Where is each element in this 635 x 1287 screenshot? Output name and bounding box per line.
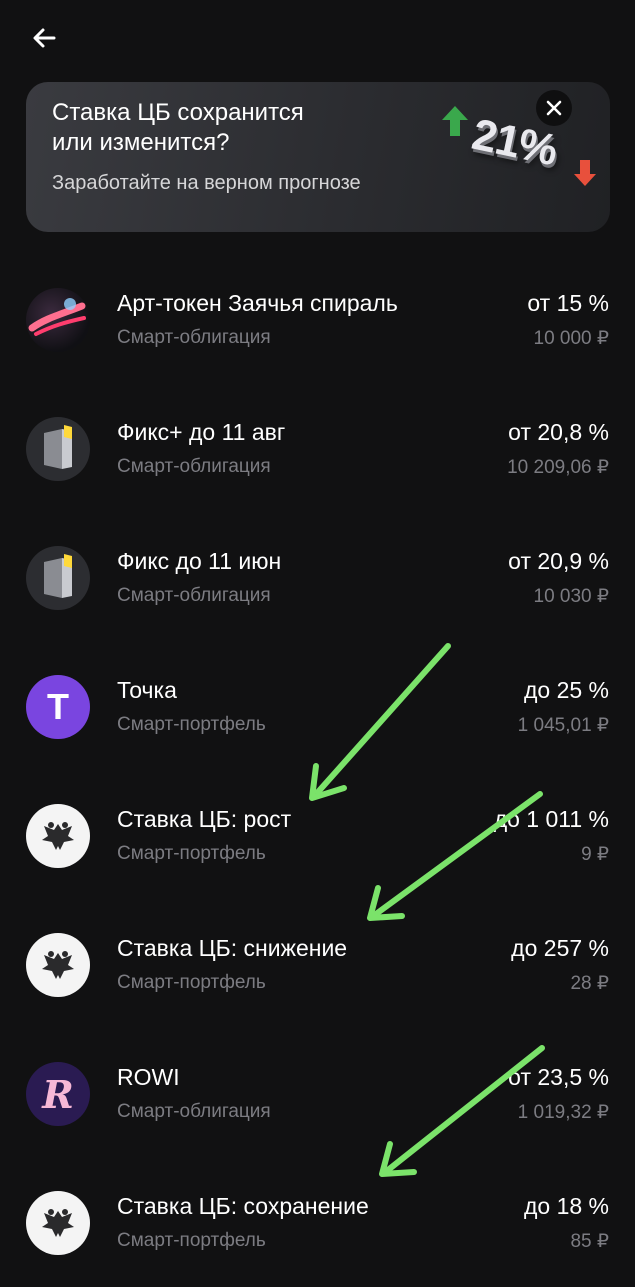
item-price: 85 ₽: [570, 1231, 609, 1252]
double-eagle-icon: [26, 804, 90, 868]
back-arrow-icon: [33, 28, 56, 48]
list-item[interactable]: Арт-токен Заячья спираль Смарт-облигация…: [0, 255, 635, 384]
fix-bar-icon: [26, 417, 90, 481]
item-type: Смарт-облигация: [117, 585, 271, 606]
item-rate: от 20,9 %: [508, 548, 609, 574]
list-item[interactable]: Фикс до 11 июн Смарт-облигация от 20,9 %…: [0, 513, 635, 642]
item-name: Ставка ЦБ: рост: [117, 806, 292, 832]
item-type: Смарт-портфель: [117, 972, 266, 993]
item-rate: до 18 %: [523, 1193, 609, 1219]
item-name: Точка: [117, 677, 177, 703]
item-price: 1 019,32 ₽: [517, 1102, 609, 1123]
item-type: Смарт-облигация: [117, 1101, 271, 1122]
item-type: Смарт-портфель: [117, 1230, 266, 1251]
close-icon: [546, 100, 562, 116]
list-item[interactable]: Ставка ЦБ: снижение Смарт-портфель до 25…: [0, 900, 635, 1029]
item-name: Ставка ЦБ: сохранение: [117, 1193, 369, 1219]
item-name: Фикс до 11 июн: [117, 548, 282, 574]
item-name: Ставка ЦБ: снижение: [117, 935, 348, 961]
banner-subtitle: Заработайте на верном прогнозе: [52, 172, 361, 194]
item-type: Смарт-облигация: [117, 456, 271, 477]
item-rate: до 1 011 %: [493, 806, 609, 832]
item-type: Смарт-портфель: [117, 714, 266, 735]
back-button[interactable]: [24, 20, 64, 60]
list-item[interactable]: R ROWI Смарт-облигация от 23,5 % 1 019,3…: [0, 1029, 635, 1158]
item-rate: от 20,8 %: [508, 419, 609, 445]
item-type: Смарт-портфель: [117, 843, 266, 864]
rowi-logo-icon: R: [26, 1062, 90, 1126]
double-eagle-icon: [26, 933, 90, 997]
item-rate: от 23,5 %: [508, 1064, 609, 1090]
item-name: ROWI: [117, 1064, 180, 1090]
item-name: Арт-токен Заячья спираль: [117, 290, 398, 316]
list-item[interactable]: Ставка ЦБ: сохранение Смарт-портфель до …: [0, 1158, 635, 1287]
art-token-icon: [26, 288, 90, 352]
list-item[interactable]: Фикс+ до 11 авг Смарт-облигация от 20,8 …: [0, 384, 635, 513]
fix-bar-icon: [26, 546, 90, 610]
list-item[interactable]: Ставка ЦБ: рост Смарт-портфель до 1 011 …: [0, 771, 635, 900]
item-price: 10 000 ₽: [533, 328, 609, 349]
banner-title: Ставка ЦБ сохранится или изменится?: [52, 99, 304, 156]
item-price: 1 045,01 ₽: [517, 715, 609, 736]
red-down-arrow-icon: [574, 160, 596, 186]
item-rate: до 257 %: [511, 935, 609, 961]
item-name: Фикс+ до 11 авг: [117, 419, 286, 445]
tochka-logo-icon: T: [26, 675, 90, 739]
double-eagle-icon: [26, 1191, 90, 1255]
item-rate: до 25 %: [523, 677, 609, 703]
item-price: 28 ₽: [570, 973, 609, 994]
close-banner-button[interactable]: [536, 90, 572, 126]
item-type: Смарт-облигация: [117, 327, 271, 348]
item-price: 10 209,06 ₽: [507, 457, 609, 478]
item-price: 10 030 ₽: [533, 586, 609, 607]
list-item[interactable]: T Точка Смарт-портфель до 25 % 1 045,01 …: [0, 642, 635, 771]
green-up-arrow-icon: [442, 106, 468, 136]
item-price: 9 ₽: [581, 844, 609, 865]
promo-banner[interactable]: Ставка ЦБ сохранится или изменится? Зара…: [26, 82, 610, 232]
item-rate: от 15 %: [527, 290, 609, 316]
